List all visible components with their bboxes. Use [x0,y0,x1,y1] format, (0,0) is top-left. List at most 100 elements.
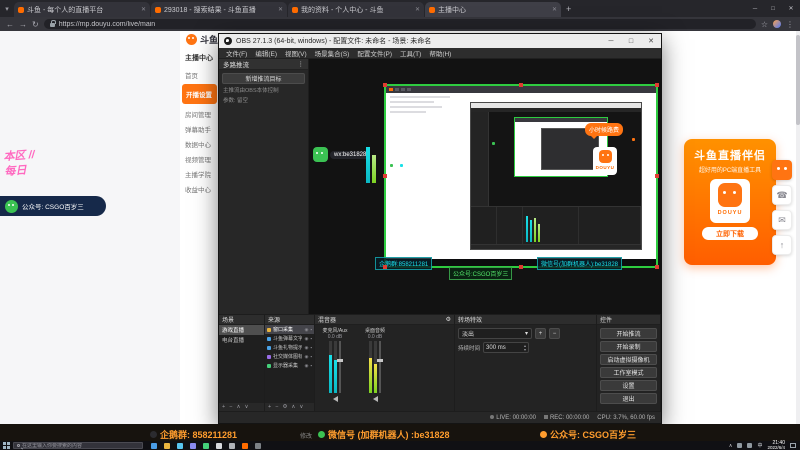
source-properties-gear-icon[interactable]: ⚙ [282,404,287,410]
visibility-eye-icon[interactable]: ◉ [304,354,308,360]
visibility-eye-icon[interactable]: ◉ [304,327,308,333]
scrollbar-thumb[interactable] [796,35,800,125]
back-to-top-button[interactable]: ↑ [772,235,792,255]
remove-source-icon[interactable]: − [275,404,278,410]
wechat-id-overlay-text[interactable]: 微信号(加群机器人):be31828 [537,257,623,270]
audio-visualizer-overlay[interactable] [366,145,376,183]
download-button[interactable]: 立即下载 [702,227,758,240]
taskbar-search-box[interactable] [13,442,143,449]
taskbar-app-icon[interactable] [216,442,222,449]
remove-transition-button[interactable]: − [549,328,560,339]
start-recording-button[interactable]: 开始录制 [600,341,657,352]
source-item[interactable]: 社交媒体图标 ◉ ▪ [265,352,314,361]
mic-fader[interactable] [337,341,343,393]
lock-icon[interactable]: ▪ [310,363,312,368]
speaker-icon[interactable] [372,396,378,402]
obs-maximize-button[interactable]: □ [621,34,641,48]
speaker-icon[interactable] [332,396,338,402]
lock-icon[interactable]: ▪ [310,336,312,341]
taskbar-explorer-icon[interactable] [164,442,170,449]
tab-search-icon[interactable]: ▾ [0,2,14,17]
selection-handle[interactable] [655,174,659,178]
tab-close-icon[interactable]: ✕ [552,6,557,13]
tab-close-icon[interactable]: ✕ [141,6,146,13]
sidebar-item-home[interactable]: 首页 [181,67,218,82]
obs-title-bar[interactable]: OBS 27.1.3 (64-bit, windows) - 配置文件: 未命名… [219,34,661,48]
tab-close-icon[interactable]: ✕ [278,6,283,13]
new-tab-button[interactable]: + [566,2,571,17]
source-item[interactable]: 斗鱼弹幕文字 ◉ ▪ [265,334,314,343]
add-transition-button[interactable]: + [535,328,546,339]
taskbar-edge-icon[interactable] [151,442,157,449]
menu-edit[interactable]: 编辑(E) [251,48,281,58]
taskbar-app-icon[interactable] [177,442,183,449]
ime-indicator[interactable]: 中 [757,442,762,449]
scene-down-icon[interactable]: ∨ [244,404,248,410]
sidebar-item-live-settings[interactable]: 开播设置 [182,84,217,104]
lock-icon[interactable]: ▪ [310,327,312,332]
visibility-eye-icon[interactable]: ◉ [304,363,308,369]
scene-item[interactable]: 游戏直播 [219,325,264,335]
browser-tab-4-active[interactable]: 主播中心 ✕ [425,2,561,17]
start-button[interactable] [3,442,10,449]
menu-view[interactable]: 视图(V) [281,48,311,58]
selection-handle[interactable] [519,83,523,87]
transition-select[interactable]: 淡出 ▾ [458,328,532,339]
back-icon[interactable]: ← [6,20,14,29]
taskbar-obs-icon[interactable] [229,442,235,449]
remove-scene-icon[interactable]: − [229,404,232,410]
source-item[interactable]: 显示器采集 ◉ ▪ [265,361,314,370]
desktop-fader[interactable] [377,341,383,393]
tray-chevron-icon[interactable]: ∧ [729,443,733,449]
browser-tab-1[interactable]: 斗鱼 - 每个人的直播平台 ✕ [14,2,150,17]
sidebar-item-danmu[interactable]: 弹幕助手 [181,121,218,136]
source-item[interactable]: 窗口采集 ◉ ▪ [265,325,314,334]
add-source-icon[interactable]: + [268,404,271,410]
selection-handle[interactable] [655,265,659,269]
scene-item[interactable]: 电台直播 [219,335,264,345]
selection-handle[interactable] [383,83,387,87]
gift-bubble-overlay[interactable]: 小时候路费 [585,123,624,139]
menu-tools[interactable]: 工具(T) [396,48,425,58]
menu-help[interactable]: 帮助(H) [425,48,455,58]
window-maximize-button[interactable]: □ [764,0,782,17]
scene-up-icon[interactable]: ∧ [236,404,240,410]
tray-icon[interactable] [737,443,743,448]
visibility-eye-icon[interactable]: ◉ [304,336,308,342]
profile-avatar[interactable] [773,20,781,28]
obs-preview[interactable]: wx:be31828 小时候路费 DOUYU 企鹅群:858211281 公众号… [309,59,661,314]
douyu-logo[interactable]: 斗鱼 [186,33,218,46]
selection-handle[interactable] [655,83,659,87]
sidebar-item-income[interactable]: 收益中心 [181,181,218,196]
dock-menu-icon[interactable]: ⋮ [298,60,305,68]
visibility-eye-icon[interactable]: ◉ [304,345,308,351]
favorites-star-icon[interactable]: ☆ [761,20,768,29]
spin-down-icon[interactable]: ▾ [524,347,526,352]
selection-handle[interactable] [383,265,387,269]
settings-button[interactable]: 设置 [600,380,657,391]
tray-icon[interactable] [747,443,753,448]
exit-button[interactable]: 退出 [600,393,657,404]
tab-close-icon[interactable]: ✕ [415,6,420,13]
search-input[interactable] [22,442,139,449]
source-up-icon[interactable]: ∧ [291,404,295,410]
browser-tab-3[interactable]: 我的资料 - 个人中心 - 斗鱼 ✕ [288,2,424,17]
url-field[interactable]: https://mp.douyu.com/live/main [43,19,756,29]
menu-scene-collection[interactable]: 场景集合(S) [311,48,354,58]
add-stream-target-button[interactable]: 新增推流目标 [222,73,305,84]
edit-link[interactable]: 修改 [300,431,312,440]
browser-tab-2[interactable]: 293018 - 搜索结果 - 斗鱼直播 ✕ [151,2,287,17]
obs-close-button[interactable]: ✕ [641,34,661,48]
mixer-gear-icon[interactable]: ⚙ [446,316,451,323]
sidebar-item-data[interactable]: 数据中心 [181,136,218,151]
feedback-button[interactable]: ✉ [772,210,792,230]
duration-spinner[interactable]: 300 ms ▴ ▾ [483,342,530,353]
browser-menu-icon[interactable]: ⋮ [786,20,794,29]
official-account-overlay-text[interactable]: 公众号:CSGO百岁三 [449,267,513,280]
forward-icon[interactable]: → [19,20,27,29]
window-minimize-button[interactable]: ─ [746,0,764,17]
source-down-icon[interactable]: ∨ [299,404,303,410]
selection-handle[interactable] [383,174,387,178]
selection-handle[interactable] [519,265,523,269]
taskbar-douyu-icon[interactable] [242,442,248,449]
